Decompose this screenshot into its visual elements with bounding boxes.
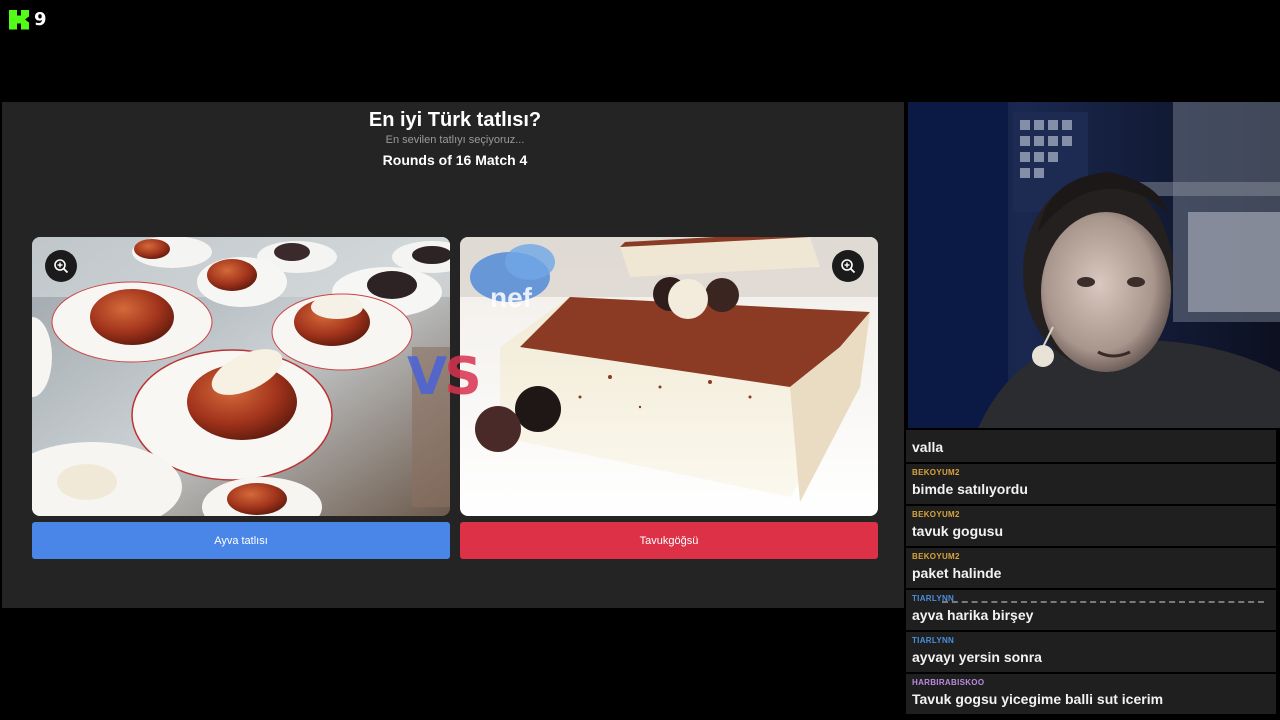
choose-right-button[interactable]: Tavukgöğsü (460, 522, 878, 559)
game-panel: En iyi Türk tatlısı? En sevilen tatlıyı … (2, 102, 904, 608)
chat-message: valla (906, 430, 1276, 462)
choose-left-button[interactable]: Ayva tatlısı (32, 522, 450, 559)
zoom-in-icon (54, 259, 69, 274)
chat-message: BEKOYUM2 paket halinde (906, 548, 1276, 588)
vs-letter-v: V (407, 347, 447, 407)
chat-username[interactable]: BEKOYUM2 (912, 468, 960, 477)
chat-message-text: bimde satılıyordu (912, 481, 1028, 497)
vs-letter-s: S (444, 347, 481, 407)
option-image-left[interactable] (32, 237, 450, 516)
chat-username[interactable]: BEKOYUM2 (912, 510, 960, 519)
chat-message: TIARLYNN ayva harika birşey (906, 590, 1276, 630)
game-title: En iyi Türk tatlısı? (368, 109, 542, 131)
game-subtitle: En sevilen tatlıyı seçiyoruz... (385, 134, 525, 146)
streamer-camera-image (908, 102, 1280, 428)
webcam-feed (908, 102, 1280, 428)
chat-message-text: paket halinde (912, 565, 1002, 581)
zoom-right-button[interactable] (832, 250, 864, 282)
chat-message: TIARLYNN ayvayı yersin sonra (906, 632, 1276, 672)
channel-badge: 9 (9, 9, 47, 30)
chat-message-text: tavuk gogusu (912, 523, 1004, 539)
kick-logo-icon (9, 9, 29, 30)
chat-message: BEKOYUM2 tavuk gogusu (906, 506, 1276, 546)
quince-dessert-photo (32, 237, 450, 516)
chat-message-text: ayva harika birşey (912, 607, 1034, 623)
chat-message-text: Tavuk gogsu yicegime balli sut icerim (912, 691, 1164, 707)
zoom-in-icon (841, 259, 856, 274)
milk-pudding-photo: nef (460, 237, 878, 516)
chat-message-text: ayvayı yersin sonra (912, 649, 1042, 665)
svg-text:nef: nef (490, 282, 533, 313)
chat-username[interactable]: BEKOYUM2 (912, 552, 960, 561)
chat-username[interactable]: TIARLYNN (912, 636, 954, 645)
chat-message: HARBIRABISKOO Tavuk gogsu yicegime balli… (906, 674, 1276, 714)
viewer-count: 9 (34, 9, 47, 30)
chat-username[interactable]: HARBIRABISKOO (912, 678, 984, 687)
chat-message-text: valla (912, 439, 944, 455)
option-image-right[interactable]: nef (460, 237, 878, 516)
chat-panel: valla BEKOYUM2 bimde satılıyordu BEKOYUM… (906, 430, 1278, 720)
round-label: Rounds of 16 Match 4 (382, 152, 528, 168)
chat-divider (942, 601, 1264, 603)
vs-badge: VS (407, 347, 482, 407)
zoom-left-button[interactable] (45, 250, 77, 282)
chat-message: BEKOYUM2 bimde satılıyordu (906, 464, 1276, 504)
